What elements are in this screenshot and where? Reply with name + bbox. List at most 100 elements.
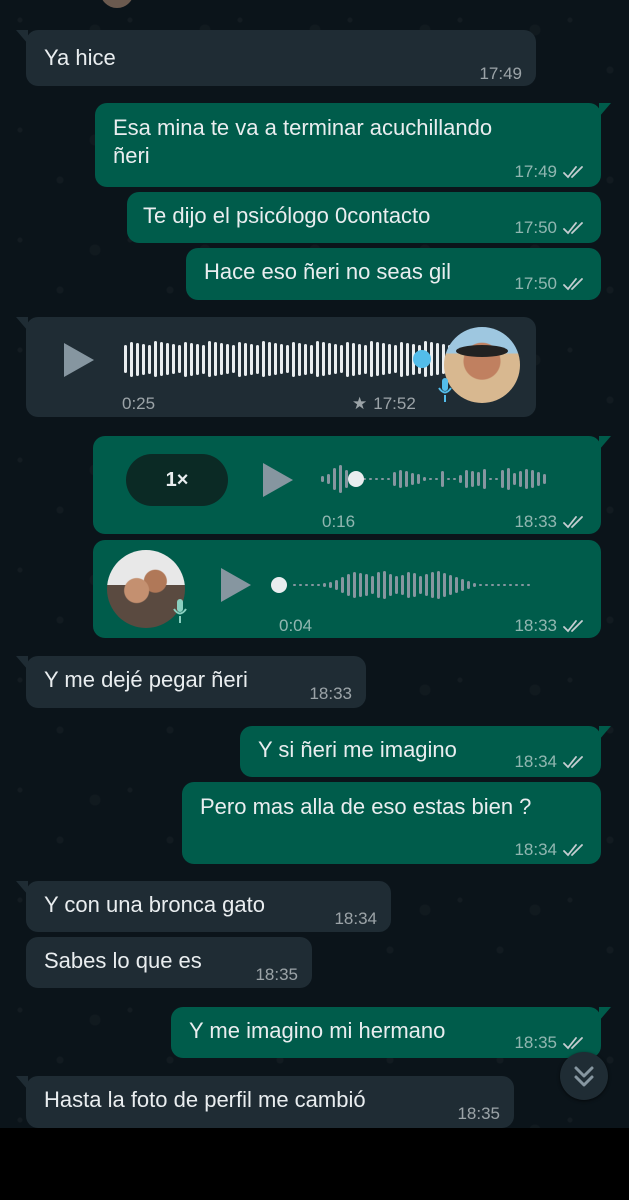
waveform-bar [485, 584, 488, 586]
waveform-bar [334, 344, 337, 374]
message-outgoing[interactable]: Pero mas alla de eso estas bien ? 18:34 [182, 782, 601, 864]
play-icon[interactable] [64, 343, 94, 377]
waveform-bar [507, 468, 510, 490]
scroll-to-bottom-button[interactable] [560, 1052, 608, 1100]
waveform-bar [425, 574, 428, 596]
waveform-bar [160, 342, 163, 376]
waveform-bar [495, 478, 498, 480]
seek-knob[interactable] [348, 471, 364, 487]
message-incoming[interactable]: Sabes lo que es 18:35 [26, 937, 312, 988]
waveform-bar [286, 345, 289, 373]
double-check-icon [563, 165, 587, 179]
message-time: 18:33 [514, 508, 587, 536]
voice-message-outgoing[interactable]: 0:04 18:33 [93, 540, 601, 638]
waveform-bar [327, 474, 330, 484]
message-outgoing[interactable]: Te dijo el psicólogo 0contacto 17:50 [127, 192, 601, 243]
double-check-icon [563, 277, 587, 291]
message-outgoing[interactable]: Esa mina te va a terminar acuchillando ñ… [95, 103, 611, 187]
message-outgoing[interactable]: Hace eso ñeri no seas gil 17:50 [186, 248, 601, 300]
message-text: Y me imagino mi hermano [189, 1018, 446, 1043]
waveform-bar [473, 583, 476, 587]
message-incoming[interactable]: Hasta la foto de perfil me cambió 18:35 [16, 1076, 514, 1128]
message-time: 18:35 [255, 965, 298, 984]
bubble-tail [16, 317, 28, 331]
message-incoming[interactable]: Ya hice 17:49 [16, 30, 536, 86]
waveform-bar [437, 571, 440, 599]
waveform-bar [531, 470, 534, 488]
playback-speed-button[interactable]: 1× [126, 454, 228, 506]
waveform-bar [419, 576, 422, 594]
waveform-bar [501, 470, 504, 488]
message-time: 18:33 [514, 612, 587, 640]
waveform-bar [154, 341, 157, 377]
waveform-bar [461, 579, 464, 591]
chat-area[interactable]: Ya hice 17:49 Esa mina te va a terminar … [0, 0, 629, 1128]
voice-message-incoming[interactable]: 0:25 ★ 17:52 [16, 317, 536, 418]
waveform-bar [262, 341, 265, 377]
play-icon[interactable] [263, 463, 293, 497]
message-text: Y me dejé pegar ñeri [44, 667, 248, 692]
avatar-cut [100, 0, 134, 8]
seek-knob[interactable] [271, 577, 287, 593]
message-text: Y si ñeri me imagino [258, 737, 457, 762]
double-check-icon [563, 755, 587, 769]
waveform-bar [142, 343, 145, 375]
avatar [444, 327, 520, 403]
waveform-bar [527, 584, 530, 586]
waveform-bar [359, 573, 362, 597]
waveform-bar [525, 469, 528, 489]
voice-duration: 0:25 [122, 394, 156, 413]
waveform-bar [383, 571, 386, 599]
waveform-bar [371, 576, 374, 594]
message-text: Hasta la foto de perfil me cambió [44, 1087, 366, 1112]
message-incoming[interactable]: Y me dejé pegar ñeri 18:33 [16, 656, 366, 708]
message-time: ★ 17:52 [352, 390, 416, 418]
message-text: Te dijo el psicólogo 0contacto [143, 203, 431, 228]
waveform-bar [299, 584, 302, 586]
waveform-bar [503, 584, 506, 586]
voice-duration: 0:04 [279, 616, 313, 635]
waveform[interactable] [293, 565, 530, 605]
waveform-bar [347, 574, 350, 596]
waveform-bar [202, 344, 205, 374]
voice-message-outgoing[interactable]: 1× 0:16 18:33 [93, 436, 611, 536]
waveform-bar [375, 478, 378, 480]
waveform-bar [364, 344, 367, 374]
waveform-bar [238, 341, 241, 377]
waveform-bar [311, 584, 314, 586]
waveform-bar [340, 345, 343, 373]
waveform-bar [465, 470, 468, 488]
play-icon[interactable] [221, 568, 251, 602]
waveform-bar [423, 477, 426, 481]
waveform-bar [298, 342, 301, 376]
message-incoming[interactable]: Y con una bronca gato 18:34 [16, 881, 391, 932]
bubble-tail [599, 103, 611, 117]
waveform-bar [316, 341, 319, 377]
waveform-bar [436, 343, 439, 375]
waveform-bar [417, 474, 420, 484]
waveform-bar [477, 472, 480, 486]
waveform-bar [250, 343, 253, 375]
waveform-bar [268, 342, 271, 376]
waveform-bar [405, 471, 408, 487]
waveform-bar [401, 575, 404, 595]
waveform-bar [305, 584, 308, 586]
microphone-icon [438, 378, 452, 402]
message-outgoing[interactable]: Y me imagino mi hermano 18:35 [171, 1007, 611, 1058]
waveform-bar [322, 342, 325, 376]
waveform-bar [521, 584, 524, 586]
waveform-bar [352, 342, 355, 376]
waveform-bar [214, 342, 217, 376]
waveform[interactable] [124, 339, 457, 379]
waveform-bar [333, 468, 336, 490]
message-outgoing[interactable]: Y si ñeri me imagino 18:34 [240, 726, 611, 777]
waveform-bar [339, 465, 342, 493]
waveform-bar [429, 478, 432, 480]
message-time: 17:49 [479, 64, 522, 83]
waveform-bar [471, 471, 474, 487]
waveform-bar [467, 581, 470, 589]
waveform-bar [341, 577, 344, 593]
waveform-bar [321, 476, 324, 482]
seek-knob[interactable] [413, 350, 431, 368]
message-text-line: ñeri [113, 143, 150, 168]
